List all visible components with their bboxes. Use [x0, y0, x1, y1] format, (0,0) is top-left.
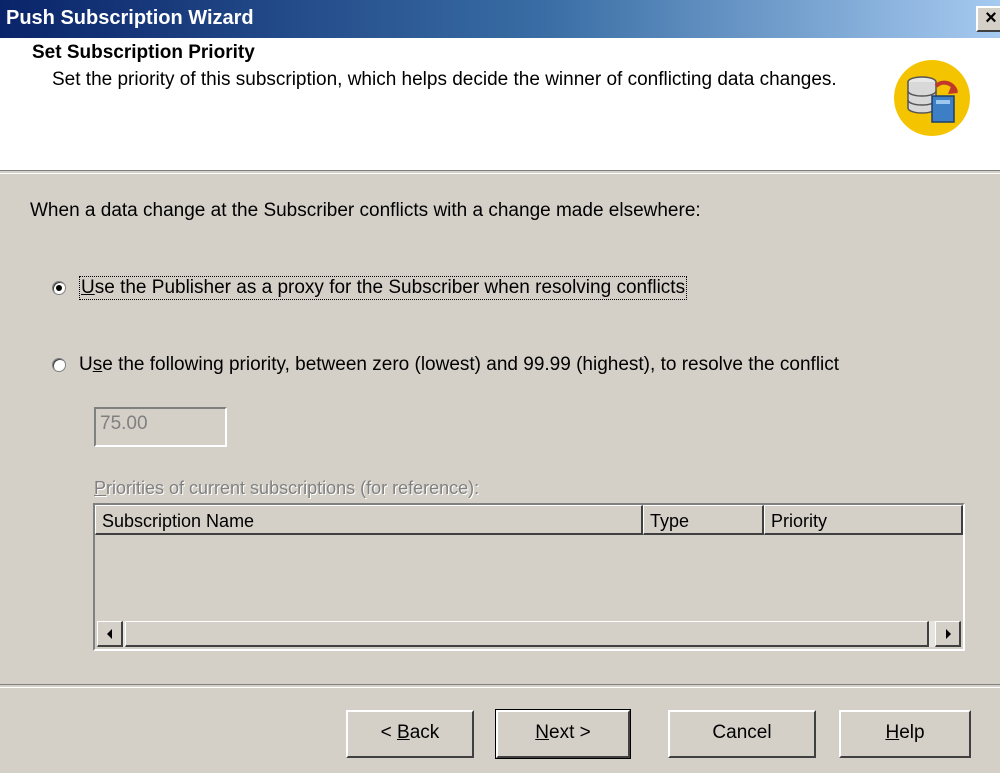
- page-description: Set the priority of this subscription, w…: [52, 69, 837, 90]
- help-button[interactable]: Help: [839, 710, 971, 758]
- footer-divider: [0, 684, 1000, 688]
- radio-use-publisher-proxy[interactable]: Use the Publisher as a proxy for the Sub…: [52, 276, 688, 300]
- cancel-button[interactable]: Cancel: [668, 710, 816, 758]
- column-subscription-name[interactable]: Subscription Name: [95, 505, 643, 535]
- radio-button-unselected[interactable]: [52, 358, 66, 372]
- column-type[interactable]: Type: [643, 505, 764, 535]
- title-bar: Push Subscription Wizard ×: [0, 0, 1000, 38]
- radio-label-publisher-proxy[interactable]: Use the Publisher as a proxy for the Sub…: [79, 276, 688, 300]
- priority-input[interactable]: 75.00: [94, 407, 227, 447]
- close-button[interactable]: ×: [976, 6, 1000, 32]
- scroll-right-button[interactable]: [935, 621, 961, 647]
- radio-button-selected[interactable]: [52, 281, 66, 295]
- next-button[interactable]: Next >: [495, 709, 631, 759]
- back-button[interactable]: < Back: [346, 710, 474, 758]
- intro-text: When a data change at the Subscriber con…: [30, 200, 701, 221]
- close-icon: ×: [985, 7, 997, 29]
- reference-label: Priorities of current subscriptions (for…: [94, 478, 480, 498]
- scrollbar-thumb[interactable]: [125, 621, 929, 647]
- radio-use-priority[interactable]: Use the following priority, between zero…: [52, 354, 839, 376]
- subscriptions-list[interactable]: Subscription Name Type Priority: [93, 503, 965, 651]
- arrow-left-icon: [107, 629, 112, 639]
- database-sync-icon: [894, 60, 970, 136]
- window-title: Push Subscription Wizard: [6, 7, 254, 29]
- page-title: Set Subscription Priority: [32, 42, 255, 63]
- scroll-left-button[interactable]: [97, 621, 123, 647]
- radio-label-priority[interactable]: Use the following priority, between zero…: [79, 354, 839, 376]
- header-divider: [0, 170, 1000, 174]
- column-priority[interactable]: Priority: [764, 505, 963, 535]
- horizontal-scrollbar[interactable]: [97, 621, 961, 647]
- arrow-right-icon: [946, 629, 951, 639]
